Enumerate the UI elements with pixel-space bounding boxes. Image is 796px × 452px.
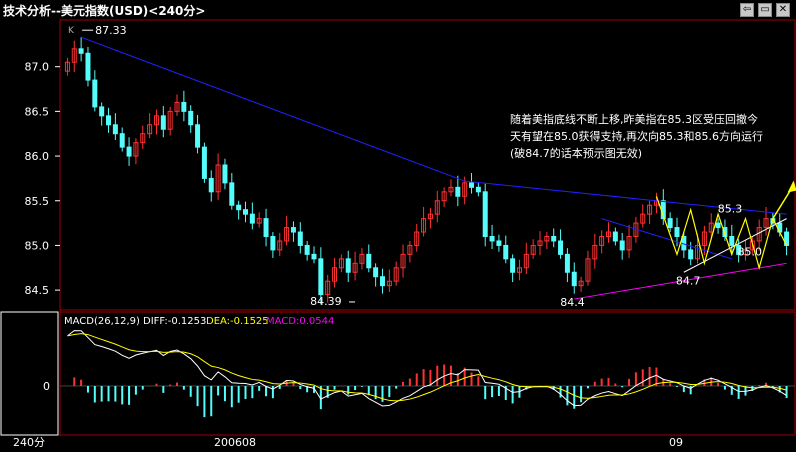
candle-body <box>674 227 680 237</box>
candle-body <box>160 115 166 130</box>
candle-body <box>78 48 84 54</box>
corner-label: K <box>68 26 75 36</box>
candle-body <box>243 209 248 215</box>
candle-body <box>688 249 694 260</box>
candle-body <box>195 124 201 148</box>
candle-body <box>482 191 488 237</box>
candle-body <box>469 182 475 188</box>
y-tick-label: 86.0 <box>25 150 50 163</box>
macd-header: MACD(26,12,9) <box>64 316 140 327</box>
price-annotation: 84.39 <box>310 295 342 308</box>
x-tick-label: 09 <box>669 436 683 449</box>
candle-body <box>236 204 242 211</box>
candle-body <box>311 253 317 260</box>
macd-diff-line <box>67 330 787 407</box>
candle-body <box>85 52 91 81</box>
candle-body <box>119 133 125 148</box>
candle-body <box>571 271 577 287</box>
macd-diff-label: DIFF:-0.1253 <box>143 316 206 327</box>
candle-body <box>188 110 194 126</box>
candle-body <box>249 213 255 224</box>
downtrend-line <box>80 36 465 182</box>
candle-body <box>489 236 495 242</box>
period-label: 240分 <box>13 436 45 449</box>
candle-body <box>496 240 502 246</box>
candle-body <box>92 79 98 108</box>
candle-body <box>99 106 105 117</box>
price-annotation: 87.33 <box>95 24 127 37</box>
price-y-axis: 84.5 85.0 85.5 86.0 86.5 87.0 <box>25 61 60 297</box>
candle-body <box>366 253 372 269</box>
macd-dea-line <box>67 333 787 402</box>
candle-body <box>318 258 324 296</box>
candle-body <box>619 240 625 251</box>
candle-body <box>290 227 296 233</box>
candle-body <box>455 186 461 197</box>
comment-line-3: (破84.7的话本预示图无效) <box>510 146 642 160</box>
candle-body <box>201 146 207 179</box>
candle-body <box>112 124 118 135</box>
candle-body <box>106 115 112 126</box>
macd-zero-label: 0 <box>43 380 50 393</box>
candlestick-series <box>64 37 790 305</box>
trend-lines <box>80 36 796 300</box>
candle-body <box>208 177 214 193</box>
candle-body <box>222 164 228 184</box>
candle-body <box>263 218 269 237</box>
projection-arrow <box>772 189 792 220</box>
candle-body <box>229 182 235 206</box>
candle-body <box>475 186 481 193</box>
candle-body <box>510 258 516 273</box>
candle-body <box>777 222 783 233</box>
candle-body <box>503 244 509 260</box>
macd-dea-label: DEA:-0.1525 <box>206 316 269 327</box>
candle-body <box>612 231 618 242</box>
price-annotation: 85.0 <box>737 245 762 258</box>
y-tick-label: 87.0 <box>25 61 50 74</box>
price-annotation: 85.3 <box>718 203 743 216</box>
candle-body <box>715 222 721 229</box>
candle-body <box>297 231 303 246</box>
candle-body <box>729 236 735 246</box>
candle-body <box>379 276 385 287</box>
candle-body <box>345 258 351 273</box>
macd-value-label: MACD:0.0544 <box>266 316 334 327</box>
price-annotations: 87.33 84.39 84.4 84.7 85.3 85.0 <box>82 24 762 309</box>
candle-body <box>558 240 564 255</box>
candle-body <box>551 236 557 242</box>
candle-body <box>667 218 673 229</box>
price-chart: 84.585.085.586.086.587.0 87.3384.39 84.48… <box>0 19 796 449</box>
candle-body <box>564 253 570 273</box>
comment-line-2: 天有望在85.0获得支持,再次向85.3和85.6方向运行 <box>510 129 763 143</box>
macd-panel-frame <box>59 311 796 436</box>
candle-body <box>304 244 310 255</box>
y-tick-label: 86.5 <box>25 105 50 118</box>
main-panel-frame <box>59 19 796 311</box>
candle-body <box>270 236 276 251</box>
y-tick-label: 85.5 <box>25 195 50 208</box>
y-tick-label: 84.5 <box>25 284 50 297</box>
comment-line-1: 随着美指底线不断上移,昨美指在85.3区受压回撤今 <box>510 112 758 126</box>
price-annotation: 84.7 <box>676 274 701 287</box>
macd-series <box>60 330 795 418</box>
y-tick-label: 85.0 <box>25 239 50 252</box>
candle-body <box>373 267 379 278</box>
macd-left-box <box>0 311 59 436</box>
price-annotation: 84.4 <box>560 296 585 309</box>
candle-body <box>126 146 132 157</box>
x-tick-label: 200608 <box>214 436 256 449</box>
candle-body <box>181 101 187 112</box>
